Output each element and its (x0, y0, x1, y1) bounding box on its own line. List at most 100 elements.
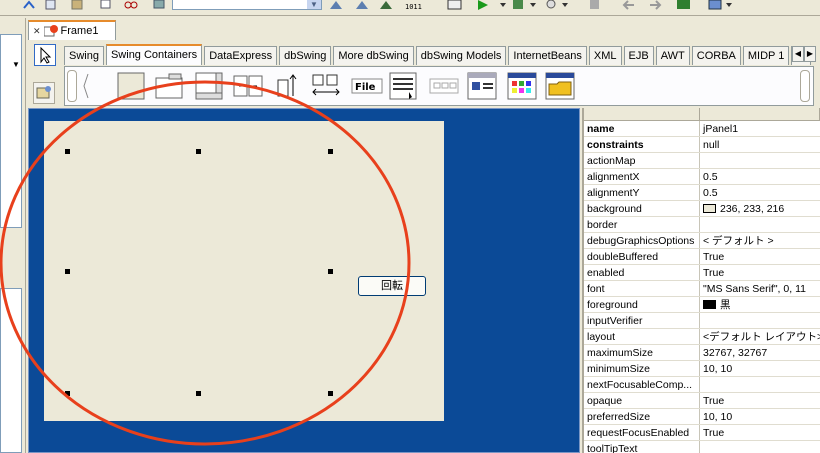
selection-handle[interactable] (328, 149, 333, 154)
selection-handle[interactable] (65, 149, 70, 154)
jfilechooser-icon[interactable]: File (351, 72, 383, 100)
property-row[interactable]: preferredSize 10, 10 (584, 409, 820, 425)
bean-chooser-button[interactable] (33, 82, 55, 104)
jscrollpane-icon[interactable] (195, 72, 223, 100)
property-value[interactable] (700, 153, 820, 168)
selection-handle[interactable] (65, 269, 70, 274)
optimize-icon[interactable] (544, 0, 560, 10)
debug-icon[interactable] (446, 0, 464, 10)
property-value[interactable]: 0.5 (700, 185, 820, 200)
box-glue-icon[interactable] (311, 72, 341, 100)
property-row[interactable]: name jPanel1 (584, 121, 820, 137)
property-value[interactable]: 32767, 32767 (700, 345, 820, 360)
property-value[interactable]: True (700, 265, 820, 280)
property-value[interactable] (700, 377, 820, 392)
make-icon[interactable] (378, 0, 394, 10)
jpanel-icon[interactable] (117, 72, 145, 100)
help-book-icon[interactable] (676, 0, 692, 10)
value-column-header[interactable] (700, 108, 820, 120)
tab-dbswing[interactable]: dbSwing (279, 46, 332, 65)
tab-midp-1[interactable]: MIDP 1 (742, 46, 790, 65)
box-layout-icon[interactable] (275, 72, 301, 100)
selection-arrow-button[interactable] (34, 44, 56, 66)
tab-corba[interactable]: CORBA (691, 46, 741, 65)
jdesktoppane-icon[interactable] (545, 72, 575, 100)
property-row[interactable]: minimumSize 10, 10 (584, 361, 820, 377)
tab-swing[interactable]: Swing (64, 46, 104, 65)
property-value[interactable]: <デフォルト レイアウト> (700, 329, 820, 344)
chevron-down-icon[interactable]: ▼ (307, 0, 321, 9)
property-row[interactable]: inputVerifier (584, 313, 820, 329)
selection-handle[interactable] (328, 391, 333, 396)
property-row[interactable]: maximumSize 32767, 32767 (584, 345, 820, 361)
property-row[interactable]: enabled True (584, 265, 820, 281)
chevron-left-icon[interactable] (82, 72, 90, 100)
tab-ejb[interactable]: EJB (623, 46, 654, 65)
optimize-dropdown-icon[interactable] (562, 0, 570, 10)
property-value[interactable]: 10, 10 (700, 409, 820, 424)
property-row[interactable]: alignmentX 0.5 (584, 169, 820, 185)
cut-icon[interactable] (124, 0, 138, 10)
close-tab-icon[interactable]: ✕ (33, 26, 41, 37)
home-icon[interactable] (152, 0, 166, 10)
debug-run-icon[interactable] (512, 0, 526, 10)
property-column-header[interactable] (584, 108, 700, 120)
property-value[interactable]: True (700, 249, 820, 264)
tab-internetbeans[interactable]: InternetBeans (508, 46, 587, 65)
copy-icon[interactable] (44, 0, 58, 10)
binary-icon[interactable]: 1011 (404, 0, 426, 10)
selection-handle[interactable] (196, 391, 201, 396)
jpanel1[interactable]: 回転 (44, 121, 444, 421)
property-row[interactable]: toolTipText (584, 441, 820, 453)
property-value[interactable]: < デフォルト > (700, 233, 820, 248)
tab-dataexpress[interactable]: DataExpress (204, 46, 278, 65)
property-value[interactable] (700, 313, 820, 328)
undo-icon[interactable] (22, 0, 36, 10)
property-value[interactable]: 0.5 (700, 169, 820, 184)
property-row[interactable]: layout <デフォルト レイアウト> (584, 329, 820, 345)
debug-dropdown-icon[interactable] (530, 0, 538, 10)
rebuild-icon[interactable] (354, 0, 370, 10)
property-row[interactable]: actionMap (584, 153, 820, 169)
structure-tree[interactable] (0, 288, 22, 453)
selection-handle[interactable] (65, 391, 70, 396)
palette-scroll-left[interactable] (67, 70, 77, 102)
jsplitpane-icon[interactable] (233, 72, 263, 100)
jcolorchooser-icon[interactable] (507, 72, 537, 100)
rotate-button[interactable]: 回転 (358, 276, 426, 296)
property-value[interactable] (700, 217, 820, 232)
paste-icon[interactable] (70, 0, 84, 10)
build-icon[interactable] (328, 0, 344, 10)
palette-scroll-right[interactable] (800, 70, 810, 102)
property-row[interactable]: opaque True (584, 393, 820, 409)
scroll-left-icon[interactable]: ◀ (792, 46, 804, 62)
property-row[interactable]: doubleBuffered True (584, 249, 820, 265)
property-value[interactable]: 236, 233, 216 (700, 201, 820, 216)
run-dropdown-icon[interactable] (500, 0, 508, 10)
ui-designer-surface[interactable]: 回転 (28, 108, 580, 453)
property-value[interactable]: "MS Sans Serif", 0, 11 (700, 281, 820, 296)
jdialog-icon[interactable] (467, 72, 497, 100)
scroll-right-icon[interactable]: ▶ (804, 46, 816, 62)
back-icon[interactable] (622, 0, 636, 10)
jtabbedpane-icon[interactable] (155, 72, 183, 100)
property-value[interactable]: True (700, 425, 820, 440)
window-dropdown-icon[interactable] (726, 0, 734, 10)
property-row[interactable]: alignmentY 0.5 (584, 185, 820, 201)
tab-xml[interactable]: XML (588, 46, 622, 65)
chevron-down-icon[interactable]: ▼ (12, 60, 20, 69)
property-value[interactable]: 黒 (700, 297, 820, 312)
tab-frame1[interactable]: ✕ Frame1 (28, 20, 116, 40)
jmenubar-icon[interactable] (429, 72, 459, 100)
bookmark-icon[interactable] (588, 0, 602, 10)
selection-handle[interactable] (196, 149, 201, 154)
tab-dbswing-models[interactable]: dbSwing Models (415, 46, 507, 65)
property-value[interactable]: jPanel1 (700, 121, 820, 136)
jtoolbar-icon[interactable] (389, 72, 417, 100)
property-row[interactable]: foreground 黒 (584, 297, 820, 313)
window-icon[interactable] (708, 0, 724, 10)
selection-handle[interactable] (328, 269, 333, 274)
property-row[interactable]: constraints null (584, 137, 820, 153)
tab-awt[interactable]: AWT (655, 46, 690, 65)
tab-more-dbswing[interactable]: More dbSwing (333, 46, 414, 65)
